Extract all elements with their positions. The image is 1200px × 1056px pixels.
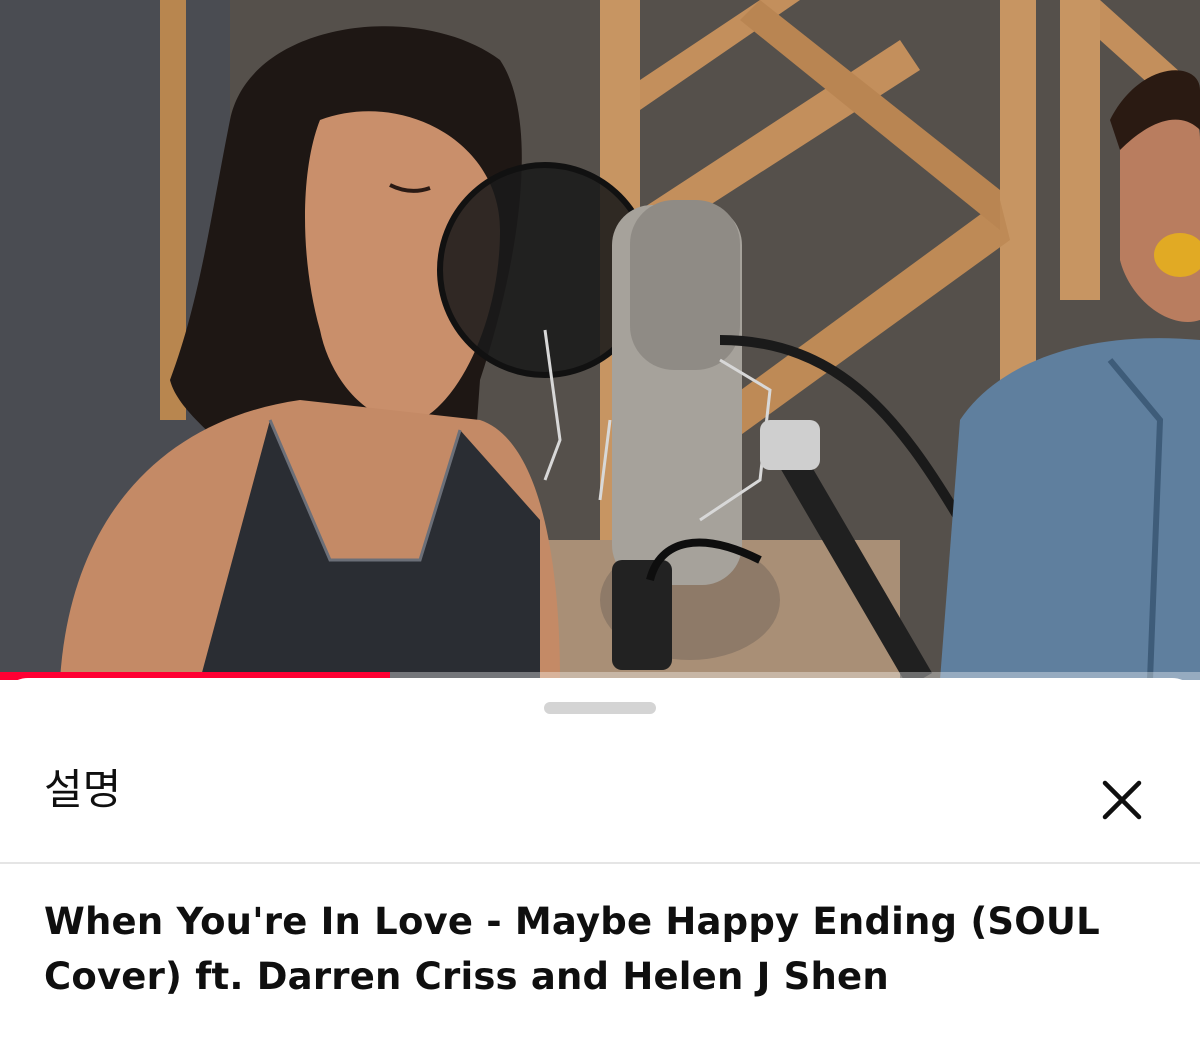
drag-handle[interactable] [544,702,656,714]
close-button[interactable] [1092,770,1152,830]
description-sheet: 설명 When You're In Love - Maybe Happy End… [0,678,1200,1056]
video-title: When You're In Love - Maybe Happy Ending… [44,900,1100,998]
video-frame [0,0,1200,680]
close-icon [1102,780,1142,820]
video-player[interactable] [0,0,1200,680]
divider [0,862,1200,864]
sheet-title: 설명 [44,765,122,814]
